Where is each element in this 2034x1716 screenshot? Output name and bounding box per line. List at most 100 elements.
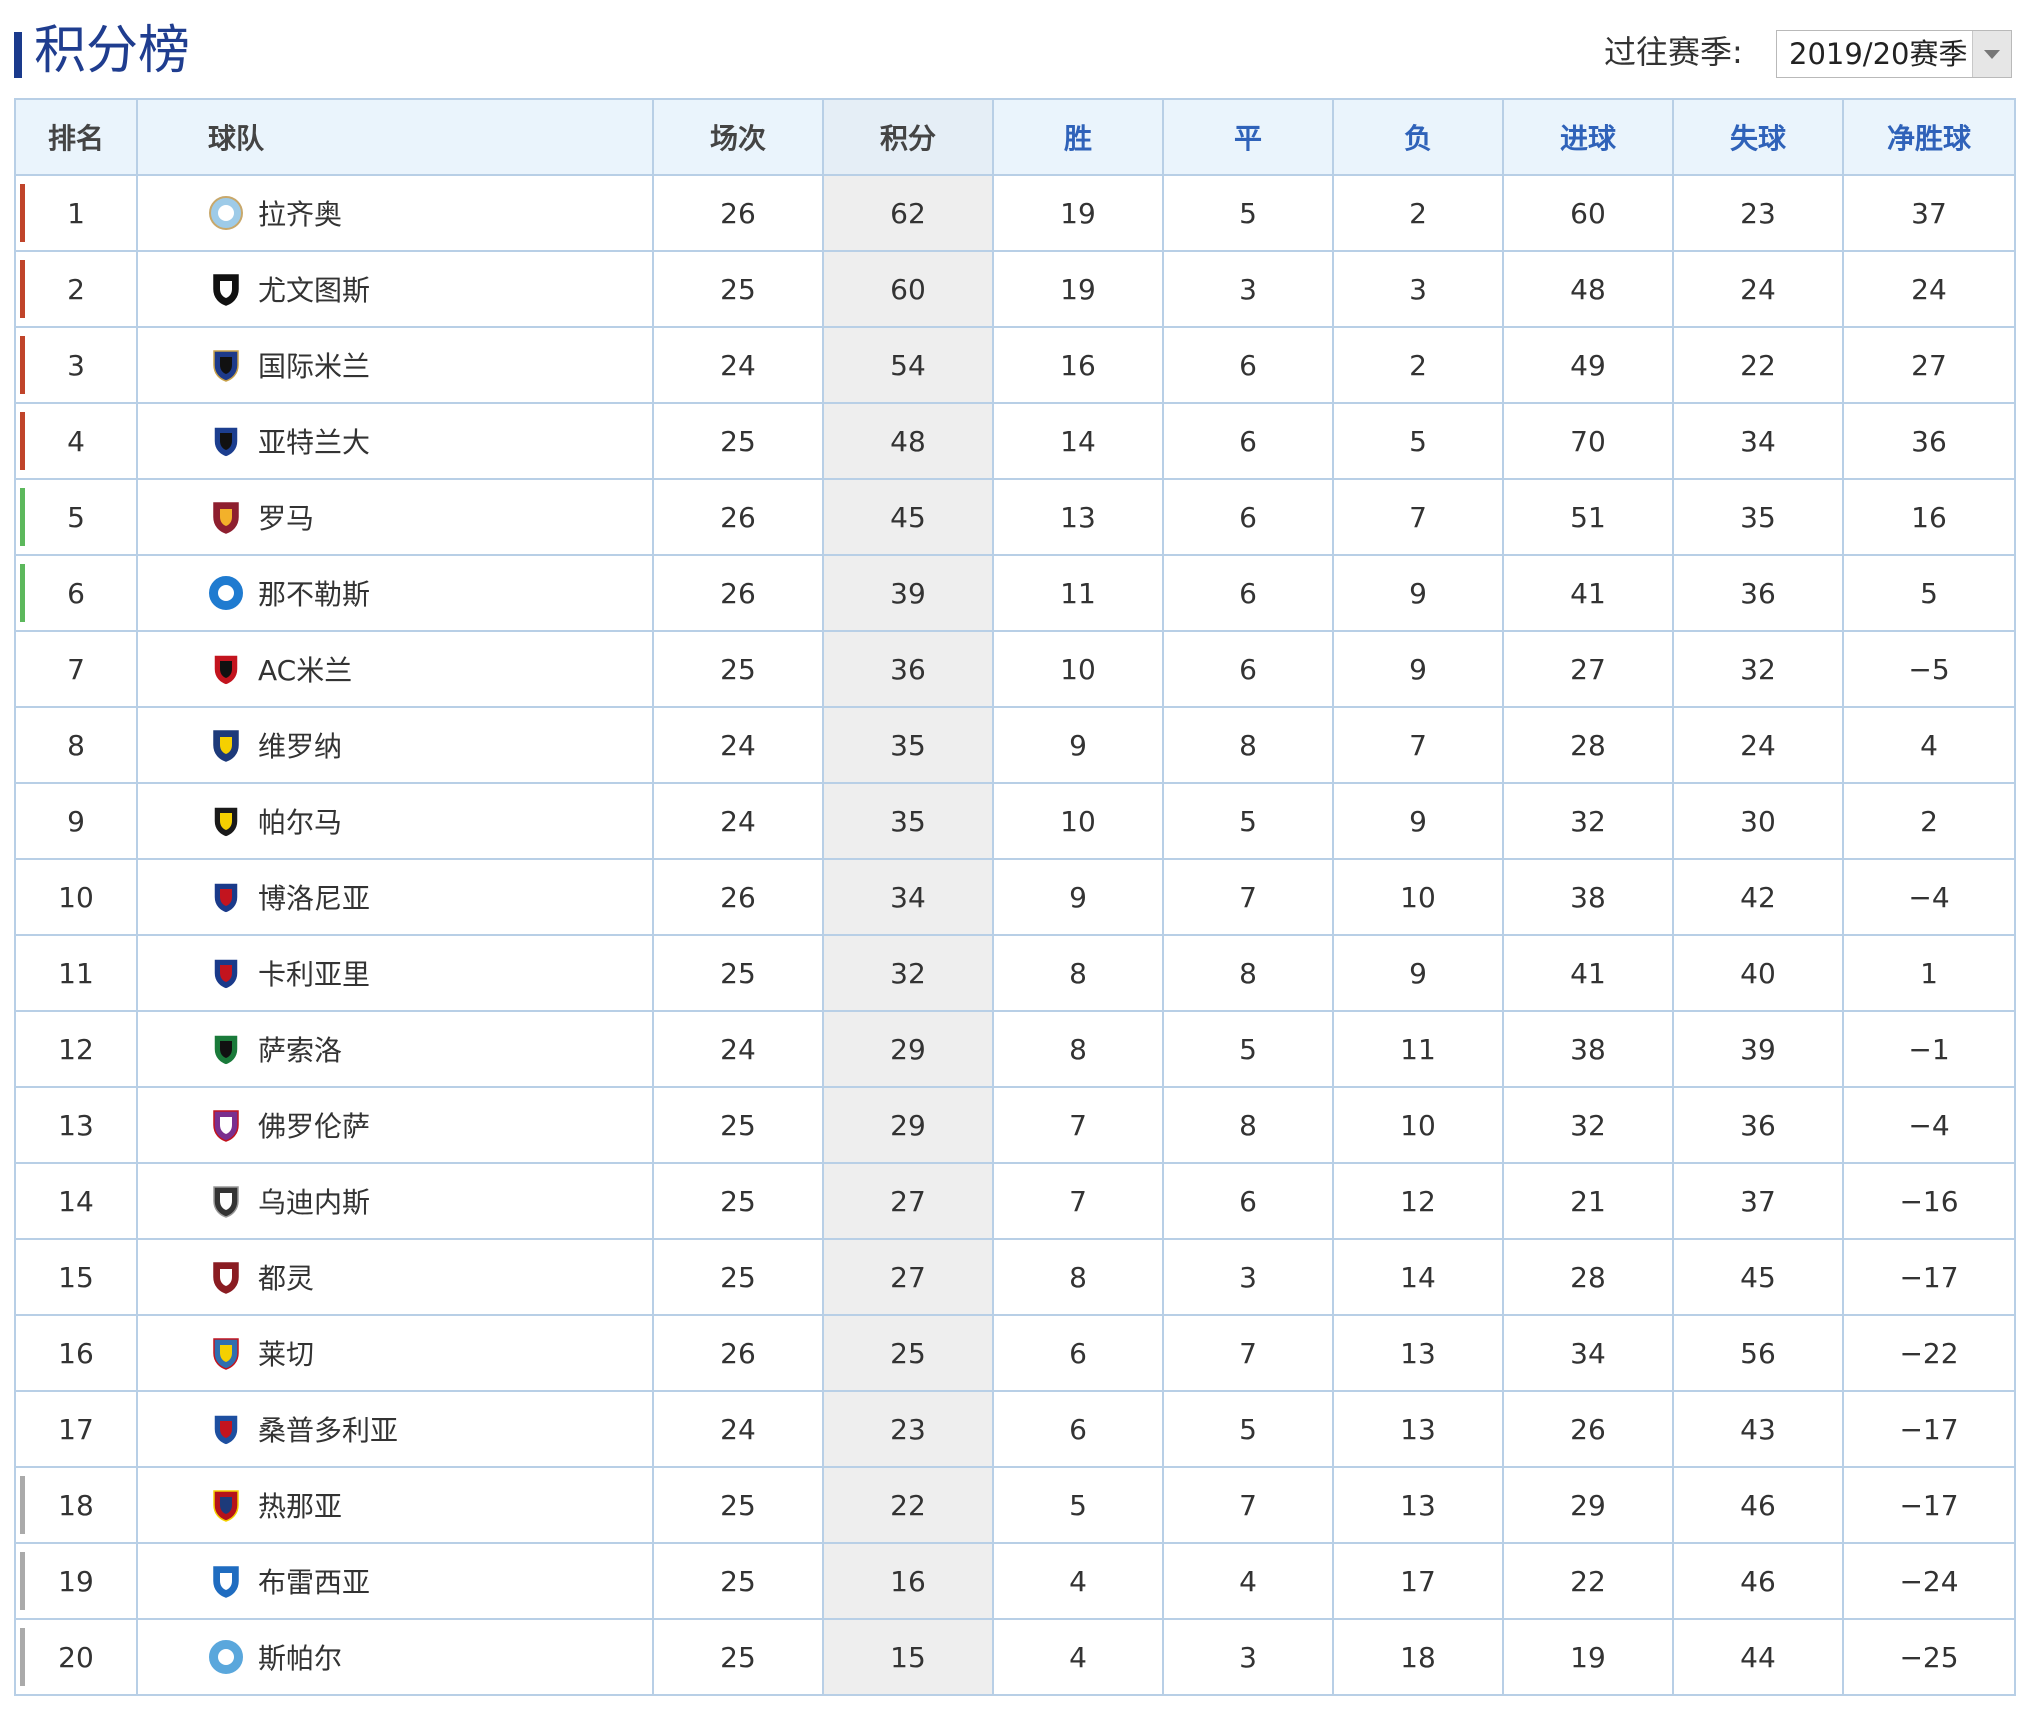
team-link[interactable]: 桑普多利亚 [138, 1409, 652, 1449]
won-cell: 9 [992, 706, 1164, 784]
table-row[interactable]: 13 佛罗伦萨 25 29 7 8 10 32 36 −4 [14, 1086, 2016, 1164]
table-row[interactable]: 10 博洛尼亚 26 34 9 7 10 38 42 −4 [14, 858, 2016, 936]
goals-against-cell: 46 [1672, 1466, 1844, 1544]
team-cell[interactable]: 尤文图斯 [136, 250, 654, 328]
team-link[interactable]: 那不勒斯 [138, 573, 652, 613]
won-cell: 6 [992, 1390, 1164, 1468]
team-link[interactable]: 尤文图斯 [138, 269, 652, 309]
table-row[interactable]: 12 萨索洛 24 29 8 5 11 38 39 −1 [14, 1010, 2016, 1088]
chevron-down-icon[interactable] [1972, 31, 2011, 77]
drawn-cell: 3 [1162, 1238, 1334, 1316]
goal-difference-cell: −24 [1842, 1542, 2016, 1620]
table-row[interactable]: 9 帕尔马 24 35 10 5 9 32 30 2 [14, 782, 2016, 860]
team-link[interactable]: 佛罗伦萨 [138, 1105, 652, 1145]
rank-value: 4 [67, 424, 85, 458]
standings-table: 排名 球队 场次 积分 胜 平 负 进球 失球 净胜球 1 拉齐奥 26 62 19 5 2… [14, 98, 2016, 1696]
points-cell: 60 [822, 250, 994, 328]
team-cell[interactable]: 桑普多利亚 [136, 1390, 654, 1468]
team-link[interactable]: 卡利亚里 [138, 953, 652, 993]
table-row[interactable]: 7 AC米兰 25 36 10 6 9 27 32 −5 [14, 630, 2016, 708]
played-cell: 26 [652, 174, 824, 252]
team-cell[interactable]: 热那亚 [136, 1466, 654, 1544]
team-link[interactable]: AC米兰 [138, 649, 652, 689]
goals-for-cell: 38 [1502, 858, 1674, 936]
table-row[interactable]: 4 亚特兰大 25 48 14 6 5 70 34 36 [14, 402, 2016, 480]
played-cell: 25 [652, 1238, 824, 1316]
rank-value: 15 [58, 1260, 94, 1294]
season-select[interactable]: 2019/20赛季 [1776, 30, 2012, 78]
won-cell: 16 [992, 326, 1164, 404]
team-cell[interactable]: 斯帕尔 [136, 1618, 654, 1696]
team-link[interactable]: 热那亚 [138, 1485, 652, 1525]
table-row[interactable]: 5 罗马 26 45 13 6 7 51 35 16 [14, 478, 2016, 556]
team-cell[interactable]: 布雷西亚 [136, 1542, 654, 1620]
table-row[interactable]: 11 卡利亚里 25 32 8 8 9 41 40 1 [14, 934, 2016, 1012]
goals-against-cell: 36 [1672, 554, 1844, 632]
team-cell[interactable]: 维罗纳 [136, 706, 654, 784]
team-link[interactable]: 萨索洛 [138, 1029, 652, 1069]
won-cell: 4 [992, 1542, 1164, 1620]
table-row[interactable]: 19 布雷西亚 25 16 4 4 17 22 46 −24 [14, 1542, 2016, 1620]
points-cell: 45 [822, 478, 994, 556]
team-cell[interactable]: 国际米兰 [136, 326, 654, 404]
table-row[interactable]: 14 乌迪内斯 25 27 7 6 12 21 37 −16 [14, 1162, 2016, 1240]
table-row[interactable]: 1 拉齐奥 26 62 19 5 2 60 23 37 [14, 174, 2016, 252]
goal-difference-cell: −1 [1842, 1010, 2016, 1088]
rank-cell: 13 [14, 1086, 138, 1164]
goal-difference-cell: 4 [1842, 706, 2016, 784]
team-cell[interactable]: 博洛尼亚 [136, 858, 654, 936]
team-cell[interactable]: 莱切 [136, 1314, 654, 1392]
team-cell[interactable]: 罗马 [136, 478, 654, 556]
goals-against-cell: 24 [1672, 706, 1844, 784]
team-name: 桑普多利亚 [258, 1414, 399, 1447]
table-row[interactable]: 18 热那亚 25 22 5 7 13 29 46 −17 [14, 1466, 2016, 1544]
team-cell[interactable]: 帕尔马 [136, 782, 654, 860]
table-row[interactable]: 20 斯帕尔 25 15 4 3 18 19 44 −25 [14, 1618, 2016, 1696]
team-cell[interactable]: 佛罗伦萨 [136, 1086, 654, 1164]
drawn-cell: 7 [1162, 858, 1334, 936]
table-row[interactable]: 16 莱切 26 25 6 7 13 34 56 −22 [14, 1314, 2016, 1392]
goal-difference-cell: 1 [1842, 934, 2016, 1012]
team-cell[interactable]: 卡利亚里 [136, 934, 654, 1012]
table-row[interactable]: 8 维罗纳 24 35 9 8 7 28 24 4 [14, 706, 2016, 784]
points-cell: 54 [822, 326, 994, 404]
team-link[interactable]: 斯帕尔 [138, 1637, 652, 1677]
team-link[interactable]: 帕尔马 [138, 801, 652, 841]
team-link[interactable]: 乌迪内斯 [138, 1181, 652, 1221]
team-link[interactable]: 罗马 [138, 497, 652, 537]
goals-against-cell: 22 [1672, 326, 1844, 404]
team-cell[interactable]: 拉齐奥 [136, 174, 654, 252]
drawn-cell: 8 [1162, 1086, 1334, 1164]
team-link[interactable]: 国际米兰 [138, 345, 652, 385]
zone-indicator-champions [20, 260, 25, 318]
team-cell[interactable]: AC米兰 [136, 630, 654, 708]
page-header: 积分榜 过往赛季: 2019/20赛季 [14, 10, 2014, 88]
table-row[interactable]: 15 都灵 25 27 8 3 14 28 45 −17 [14, 1238, 2016, 1316]
team-link[interactable]: 拉齐奥 [138, 193, 652, 233]
standings-body: 1 拉齐奥 26 62 19 5 2 60 23 37 2 尤文图斯 25 60 19 3 3 48 24 24 3 国际… [14, 174, 2016, 1696]
table-row[interactable]: 3 国际米兰 24 54 16 6 2 49 22 27 [14, 326, 2016, 404]
team-cell[interactable]: 都灵 [136, 1238, 654, 1316]
team-link[interactable]: 莱切 [138, 1333, 652, 1373]
table-row[interactable]: 17 桑普多利亚 24 23 6 5 13 26 43 −17 [14, 1390, 2016, 1468]
rank-value: 7 [67, 652, 85, 686]
team-cell[interactable]: 亚特兰大 [136, 402, 654, 480]
team-cell[interactable]: 萨索洛 [136, 1010, 654, 1088]
played-cell: 24 [652, 782, 824, 860]
table-row[interactable]: 6 那不勒斯 26 39 11 6 9 41 36 5 [14, 554, 2016, 632]
team-link[interactable]: 都灵 [138, 1257, 652, 1297]
team-link[interactable]: 布雷西亚 [138, 1561, 652, 1601]
team-link[interactable]: 亚特兰大 [138, 421, 652, 461]
won-cell: 8 [992, 934, 1164, 1012]
table-row[interactable]: 2 尤文图斯 25 60 19 3 3 48 24 24 [14, 250, 2016, 328]
lost-cell: 10 [1332, 1086, 1504, 1164]
drawn-cell: 6 [1162, 1162, 1334, 1240]
team-link[interactable]: 博洛尼亚 [138, 877, 652, 917]
season-label: 过往赛季: [1604, 33, 1743, 71]
team-cell[interactable]: 乌迪内斯 [136, 1162, 654, 1240]
team-cell[interactable]: 那不勒斯 [136, 554, 654, 632]
team-link[interactable]: 维罗纳 [138, 725, 652, 765]
drawn-cell: 6 [1162, 402, 1334, 480]
rank-cell: 12 [14, 1010, 138, 1088]
goals-for-cell: 22 [1502, 1542, 1674, 1620]
